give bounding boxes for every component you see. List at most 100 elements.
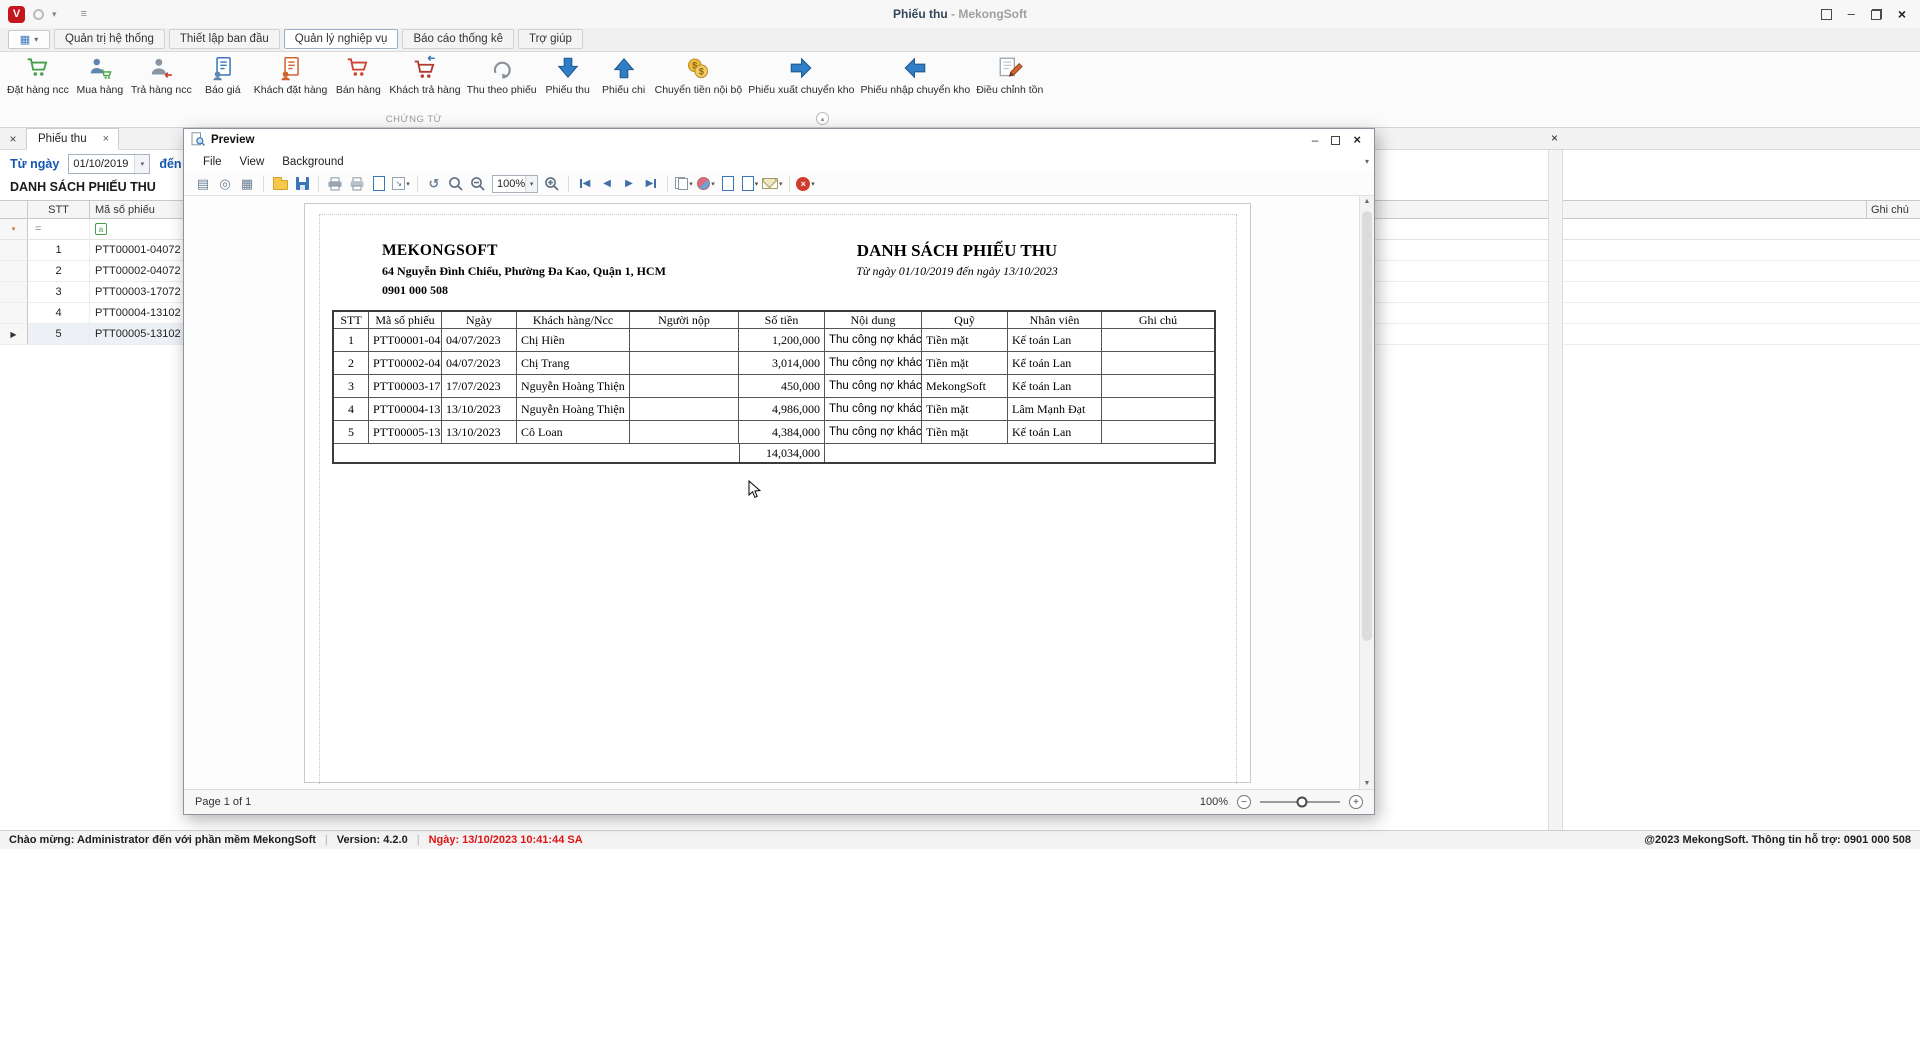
- cell-payer: [630, 421, 739, 443]
- send-email-button[interactable]: ▾: [762, 174, 783, 194]
- close-preview-button[interactable]: × ▾: [796, 174, 816, 194]
- quick-access-customize-icon[interactable]: ≡: [81, 8, 87, 20]
- menu-item[interactable]: View: [231, 154, 274, 170]
- ribbon-tab[interactable]: Báo cáo thống kê: [402, 29, 514, 49]
- menubar-overflow-caret-icon[interactable]: ▾: [1365, 157, 1369, 166]
- next-page-button[interactable]: ▶: [619, 174, 639, 194]
- ribbon-button-dat-hang-ncc[interactable]: Đặt hàng ncc: [4, 55, 72, 115]
- grid-header-stt[interactable]: STT: [28, 200, 90, 219]
- tab-close-right-icon[interactable]: ×: [1551, 131, 1558, 145]
- vertical-splitter[interactable]: [1548, 150, 1563, 830]
- ribbon-button-khach-dat-hang[interactable]: Khách đặt hàng: [251, 55, 331, 115]
- zoom-minus-button[interactable]: −: [1237, 795, 1251, 809]
- ribbon-button-phieu-nhap-chuyen-kho[interactable]: Phiếu nhập chuyển kho: [857, 55, 973, 115]
- row-stt: 1: [28, 240, 90, 261]
- report-col-customer: Khách hàng/Ncc: [517, 312, 630, 328]
- menu-item[interactable]: File: [194, 154, 231, 170]
- ribbon-button-bao-gia[interactable]: Báo giá: [195, 55, 251, 115]
- last-page-button[interactable]: ▶: [641, 174, 661, 194]
- export-button[interactable]: ▾: [740, 174, 760, 194]
- multiple-pages-button[interactable]: ▾: [674, 174, 694, 194]
- scrollbar-thumb[interactable]: [1362, 211, 1372, 641]
- print-button[interactable]: [325, 174, 345, 194]
- find-button[interactable]: ◎: [215, 174, 235, 194]
- quick-access-caret-icon[interactable]: ▾: [52, 9, 57, 20]
- tab-phieu-thu[interactable]: Phiếu thu ×: [26, 127, 120, 150]
- total-filler: [825, 444, 1214, 462]
- menu-item[interactable]: Background: [273, 154, 352, 170]
- total-spacer: [334, 444, 739, 462]
- preview-close-icon[interactable]: ×: [1353, 133, 1361, 146]
- close-preview-icon: ×: [796, 176, 811, 191]
- person-return-icon: [148, 55, 174, 84]
- preview-scrollbar[interactable]: ▲ ▼: [1359, 196, 1374, 789]
- ribbon-tab[interactable]: Trợ giúp: [517, 29, 583, 49]
- tab-close-left-icon[interactable]: ×: [0, 132, 26, 146]
- report-title: DANH SÁCH PHIẾU THU: [856, 241, 1058, 260]
- first-page-button[interactable]: ◀: [575, 174, 595, 194]
- ribbon-button-phieu-chi[interactable]: Phiếu chi: [596, 55, 652, 115]
- filter-operator[interactable]: =: [28, 219, 90, 240]
- ribbon-button-khach-tra-hang[interactable]: Khách trả hàng: [386, 55, 463, 115]
- from-date-picker[interactable]: 01/10/2019 ▾: [68, 154, 151, 174]
- report-table-row: 2 PTT00002-04 04/07/2023 Chị Trang 3,014…: [334, 352, 1214, 375]
- cell-amount: 4,986,000: [739, 398, 825, 420]
- document-map-button[interactable]: ▤: [193, 174, 213, 194]
- fullscreen-icon[interactable]: [1820, 8, 1832, 20]
- grid-header-note[interactable]: Ghi chú: [1866, 200, 1920, 219]
- preview-titlebar[interactable]: Preview – ×: [184, 129, 1374, 151]
- watermark-button[interactable]: ▾: [696, 174, 716, 194]
- preview-maximize-icon[interactable]: [1331, 135, 1341, 145]
- thumbnails-button[interactable]: ▦: [237, 174, 257, 194]
- hand-tool-button[interactable]: ↺: [424, 174, 444, 194]
- datepicker-caret-icon[interactable]: ▾: [134, 155, 150, 173]
- minimize-icon[interactable]: –: [1848, 7, 1855, 20]
- restore-icon[interactable]: [1870, 8, 1882, 20]
- close-icon[interactable]: ×: [1898, 7, 1906, 21]
- cell-note: [1102, 375, 1214, 397]
- ribbon-button-chuyen-tien-noi-bo[interactable]: $ $ Chuyển tiền nội bộ: [652, 55, 746, 115]
- open-button[interactable]: [270, 174, 290, 194]
- version-text: Version: 4.2.0: [336, 834, 408, 846]
- ribbon-button-tra-hang-ncc[interactable]: Trả hàng ncc: [128, 55, 195, 115]
- ribbon-tab[interactable]: Quản lý nghiệp vụ: [283, 29, 399, 49]
- scroll-up-icon[interactable]: ▲: [1360, 198, 1374, 205]
- page-setup-button[interactable]: [369, 174, 389, 194]
- ribbon-button-thu-theo-phieu[interactable]: Thu theo phiếu: [464, 55, 540, 115]
- report-table-header: STT Mã số phiếu Ngày Khách hàng/Ncc Ngườ…: [334, 312, 1214, 329]
- previous-page-button[interactable]: ◀: [597, 174, 617, 194]
- scale-button[interactable]: ↘ ▾: [391, 174, 411, 194]
- app-statusbar: Chào mừng: Administrator đến với phần mề…: [0, 830, 1920, 849]
- ribbon-button-phieu-thu[interactable]: Phiếu thu: [540, 55, 596, 115]
- ribbon-tab[interactable]: Quản trị hệ thống: [54, 29, 165, 49]
- cell-stt: 5: [334, 421, 369, 443]
- ribbon-button-phieu-xuat-chuyen-kho[interactable]: Phiếu xuất chuyển kho: [745, 55, 857, 115]
- export-document-button[interactable]: [718, 174, 738, 194]
- ribbon-collapse-button[interactable]: ▴: [816, 112, 829, 125]
- zoom-plus-button[interactable]: +: [1349, 795, 1363, 809]
- zoom-slider-thumb[interactable]: [1296, 796, 1308, 808]
- tab-close-icon[interactable]: ×: [103, 133, 109, 145]
- zoom-slider[interactable]: [1260, 796, 1340, 808]
- magnifier-button[interactable]: [446, 174, 466, 194]
- ribbon-tab[interactable]: Thiết lập ban đầu: [168, 29, 280, 49]
- preview-minimize-icon[interactable]: –: [1312, 134, 1319, 146]
- ribbon-button-dieu-chinh-ton[interactable]: Điều chỉnh tồn: [973, 55, 1046, 115]
- save-button[interactable]: [292, 174, 312, 194]
- quick-print-button[interactable]: [347, 174, 367, 194]
- zoom-out-button[interactable]: [468, 174, 488, 194]
- zoom-in-button[interactable]: [542, 174, 562, 194]
- quick-access-circle-icon[interactable]: [33, 8, 44, 20]
- svg-text:$: $: [699, 67, 704, 77]
- zoom-caret-icon[interactable]: ▾: [525, 175, 537, 192]
- zoom-combobox[interactable]: 100% ▾: [492, 174, 538, 193]
- scroll-down-icon[interactable]: ▼: [1360, 780, 1374, 787]
- statusbar-separator: |: [324, 834, 328, 846]
- ribbon-button-mua-hang[interactable]: Mua hàng: [72, 55, 128, 115]
- last-page-icon: ▶: [645, 178, 654, 189]
- cart-green-icon: [25, 55, 51, 84]
- cell-amount: 450,000: [739, 375, 825, 397]
- ribbon-button-label: Bán hàng: [335, 84, 381, 96]
- app-menu-button[interactable]: ▦ ▾: [8, 30, 50, 49]
- ribbon-button-ban-hang[interactable]: Bán hàng: [330, 55, 386, 115]
